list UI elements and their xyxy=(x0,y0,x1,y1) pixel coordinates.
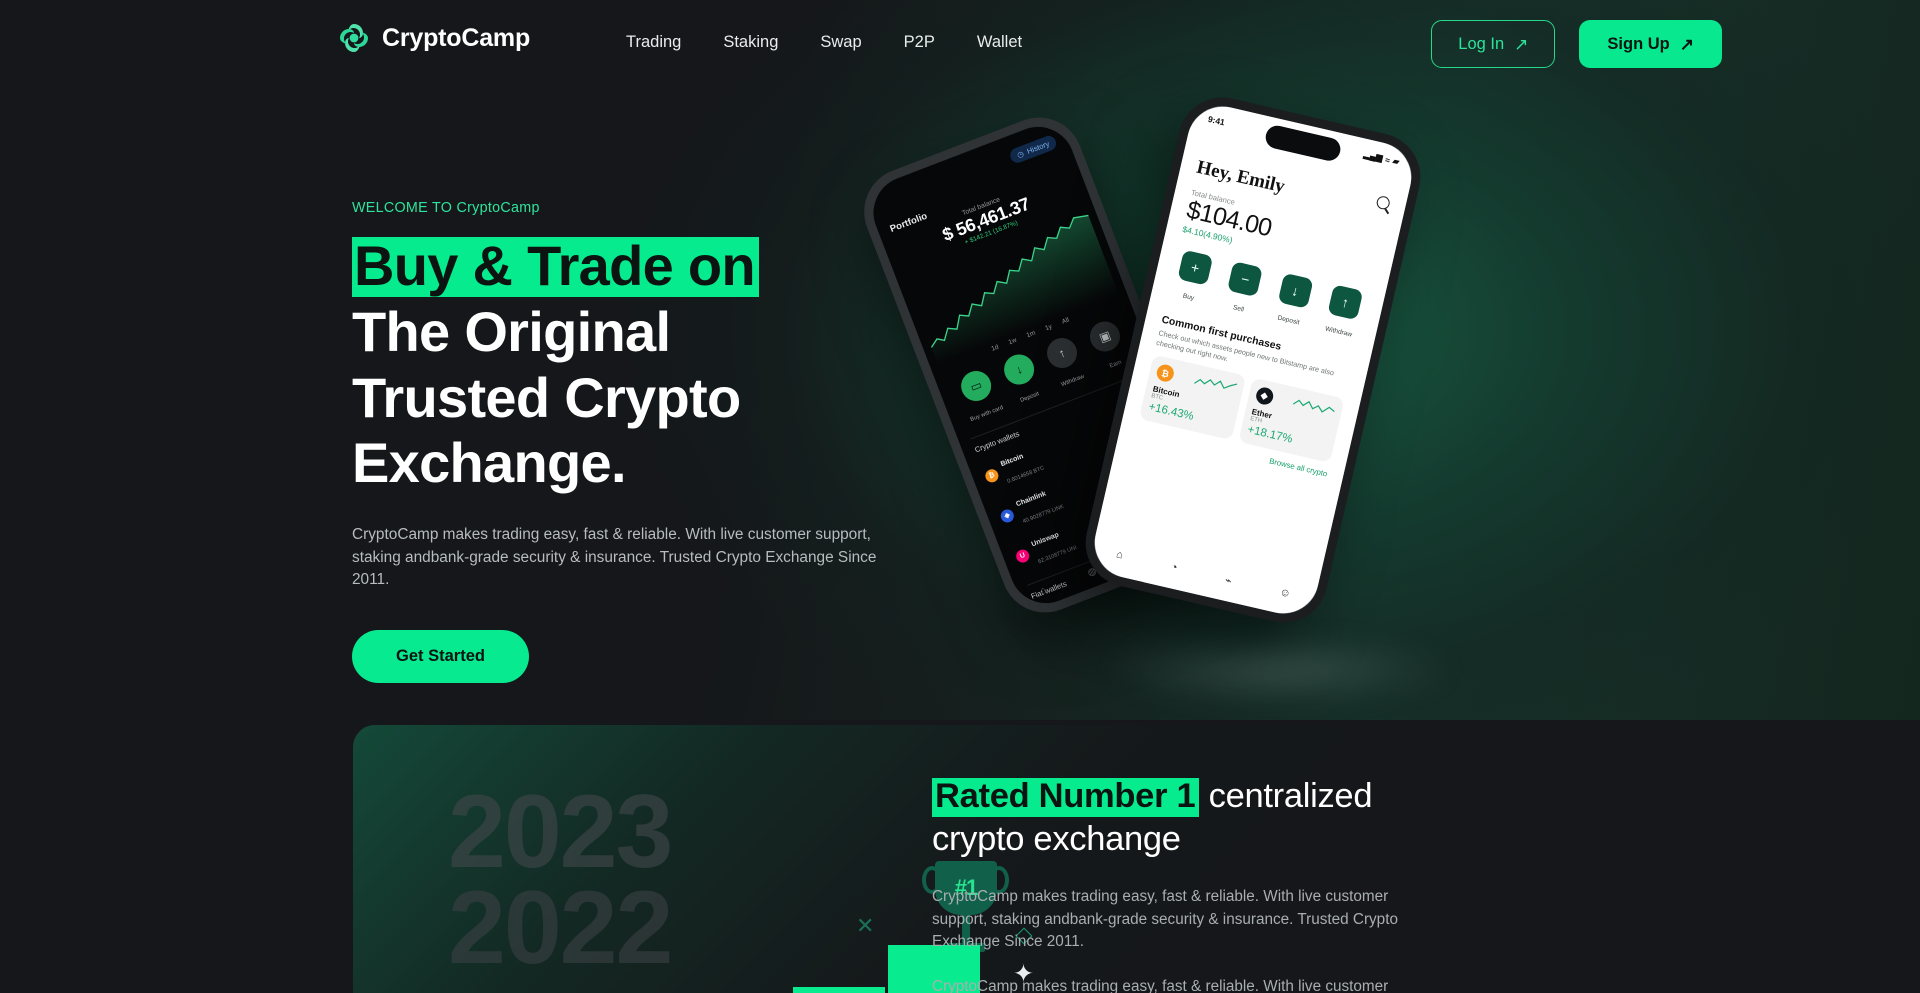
bitcoin-icon: ₿ xyxy=(1155,363,1176,384)
minus-icon: − xyxy=(1227,261,1264,298)
clock-icon: ◷ xyxy=(1015,148,1026,160)
action-label: Earn xyxy=(1108,359,1123,370)
phone-light-tabbar: ⌂ ◔ ⌁ ☺ xyxy=(1091,543,1316,607)
phone-glow xyxy=(1110,640,1450,700)
rating-heading: Rated Number 1 centralized crypto exchan… xyxy=(932,775,1492,862)
signup-button-label: Sign Up xyxy=(1607,34,1670,53)
login-button[interactable]: Log In ↗ xyxy=(1431,20,1556,68)
wifi-icon: ≈ xyxy=(1384,154,1392,166)
hero-heading-highlight: Buy & Trade on xyxy=(352,237,759,297)
arrow-up-icon: ↑ xyxy=(1327,284,1364,321)
arrow-up-right-icon: ↗ xyxy=(1514,34,1529,54)
action-deposit[interactable]: ↓ Deposit xyxy=(1267,271,1320,331)
nav-item-staking[interactable]: Staking xyxy=(723,33,778,52)
get-started-button[interactable]: Get Started xyxy=(352,630,529,684)
phone-light-mockup: 9:41 ▂▄▆ ≈ ▰ Hey, Emily Total balance $1… xyxy=(1076,88,1430,632)
status-time: 9:41 xyxy=(1207,113,1226,127)
upload-icon: ↑ xyxy=(1042,333,1082,373)
login-button-label: Log In xyxy=(1458,34,1505,53)
pie-icon[interactable]: ◔ xyxy=(1169,561,1178,575)
action-label: Withdraw xyxy=(1060,373,1086,389)
nav-item-trading[interactable]: Trading xyxy=(626,33,681,52)
page-root: CryptoCamp Trading Staking Swap P2P Wall… xyxy=(0,0,1920,993)
dynamic-island xyxy=(1263,123,1343,163)
download-icon: ↓ xyxy=(999,350,1039,389)
action-label: Sell xyxy=(1232,304,1245,314)
phone-light-screen: 9:41 ▂▄▆ ≈ ▰ Hey, Emily Total balance $1… xyxy=(1087,99,1419,621)
phone-mockups: ◷ History Portfolio Total balance $ 56,4… xyxy=(851,88,1500,640)
crypto-card-bitcoin[interactable]: ₿ Bitcoin BTC +16.43% xyxy=(1138,354,1246,441)
nav-item-p2p[interactable]: P2P xyxy=(904,33,935,52)
sparkline-icon xyxy=(1193,378,1237,389)
action-buy[interactable]: + Buy xyxy=(1167,248,1220,308)
range-1d[interactable]: 1d xyxy=(991,344,1000,353)
rating-content: Rated Number 1 centralized crypto exchan… xyxy=(932,775,1492,993)
bitcoin-icon: ₿ xyxy=(983,466,1001,484)
rating-paragraph-2: CryptoCamp makes trading easy, fast & re… xyxy=(932,977,1389,993)
range-1y[interactable]: 1y xyxy=(1044,323,1053,332)
history-label: History xyxy=(1025,139,1051,156)
action-label: Deposit xyxy=(1276,314,1301,327)
arrow-up-right-icon: ↗ xyxy=(1679,34,1694,54)
rating-heading-rest: centralized xyxy=(1199,777,1373,815)
status-icons: ▂▄▆ ≈ ▰ xyxy=(1363,149,1401,168)
range-all[interactable]: All xyxy=(1061,317,1070,326)
range-1w[interactable]: 1w xyxy=(1008,337,1018,347)
top-navbar: CryptoCamp Trading Staking Swap P2P Wall… xyxy=(0,0,1920,88)
ethereum-icon: ◆ xyxy=(1253,386,1275,407)
coin-name: Chainlink xyxy=(1015,490,1048,509)
usd-icon: $ xyxy=(1035,602,1053,614)
hero-heading-line3: Trusted Crypto xyxy=(352,365,741,429)
year-2022: 2022 xyxy=(448,869,673,986)
brand-name: CryptoCamp xyxy=(382,23,531,52)
fiat-name: US dollars xyxy=(1054,591,1090,610)
cross-decor-icon: ✕ xyxy=(856,913,875,938)
card-icon: ▭ xyxy=(956,366,996,406)
home-icon[interactable]: ⌂ xyxy=(1039,585,1049,597)
signal-icon: ▂▄▆ xyxy=(1362,148,1384,163)
gift-icon: ▣ xyxy=(1085,317,1125,356)
coin-amount: 0.6014658 BTC xyxy=(1006,465,1046,485)
action-label: Buy with card xyxy=(969,404,1005,424)
crypto-card-ether[interactable]: ◆ Ether ETH +18.17% xyxy=(1237,377,1345,464)
home-icon[interactable]: ⌂ xyxy=(1115,548,1124,562)
range-1m[interactable]: 1m xyxy=(1026,330,1037,340)
battery-icon: ▰ xyxy=(1391,155,1401,167)
podium-second-place xyxy=(793,987,885,993)
action-label: Withdraw xyxy=(1324,325,1353,339)
hero-paragraph: CryptoCamp makes trading easy, fast & re… xyxy=(352,526,877,588)
rating-paragraph-1: CryptoCamp makes trading easy, fast & re… xyxy=(932,887,1398,951)
nav-actions: Log In ↗ Sign Up ↗ xyxy=(1431,20,1722,68)
uniswap-icon: U xyxy=(1014,547,1031,565)
hero-heading-line2: The Original xyxy=(352,299,671,363)
nav-item-swap[interactable]: Swap xyxy=(820,33,861,52)
arrow-down-icon: ↓ xyxy=(1277,272,1314,309)
rating-heading-line2: crypto exchange xyxy=(932,820,1181,859)
trend-icon[interactable]: ⌁ xyxy=(1224,574,1233,588)
history-pill[interactable]: ◷ History xyxy=(1008,133,1059,165)
coin-name: Uniswap xyxy=(1030,531,1061,549)
hero-content: WELCOME TO CryptoCamp Buy & Trade on The… xyxy=(352,200,912,684)
action-withdraw[interactable]: ↑ Withdraw xyxy=(1317,283,1370,343)
person-icon[interactable]: ☺ xyxy=(1278,586,1292,601)
hero-eyebrow: WELCOME TO CryptoCamp xyxy=(352,200,540,216)
action-label: Deposit xyxy=(1019,391,1041,404)
action-label: Buy xyxy=(1182,292,1195,303)
hero-heading: Buy & Trade on The Original Trusted Cryp… xyxy=(352,233,912,496)
signup-button[interactable]: Sign Up ↗ xyxy=(1579,20,1722,68)
rating-heading-highlight: Rated Number 1 xyxy=(932,778,1200,818)
year-2023: 2023 xyxy=(448,774,673,890)
year-backdrop: 2023 2022 xyxy=(448,774,868,986)
nav-links: Trading Staking Swap P2P Wallet xyxy=(626,33,1022,52)
plus-icon: + xyxy=(1177,249,1214,286)
swirl-logo-icon xyxy=(338,22,370,54)
coin-name: Bitcoin xyxy=(999,453,1025,469)
sparkline-icon xyxy=(1292,399,1335,413)
nav-item-wallet[interactable]: Wallet xyxy=(977,33,1022,52)
action-sell[interactable]: − Sell xyxy=(1217,260,1270,320)
brand-logo[interactable]: CryptoCamp xyxy=(338,22,530,54)
coin-amount: 62.3108779 UNI xyxy=(1037,544,1078,566)
hero-heading-line4: Exchange. xyxy=(352,431,627,495)
chainlink-icon: ◈ xyxy=(998,507,1016,524)
